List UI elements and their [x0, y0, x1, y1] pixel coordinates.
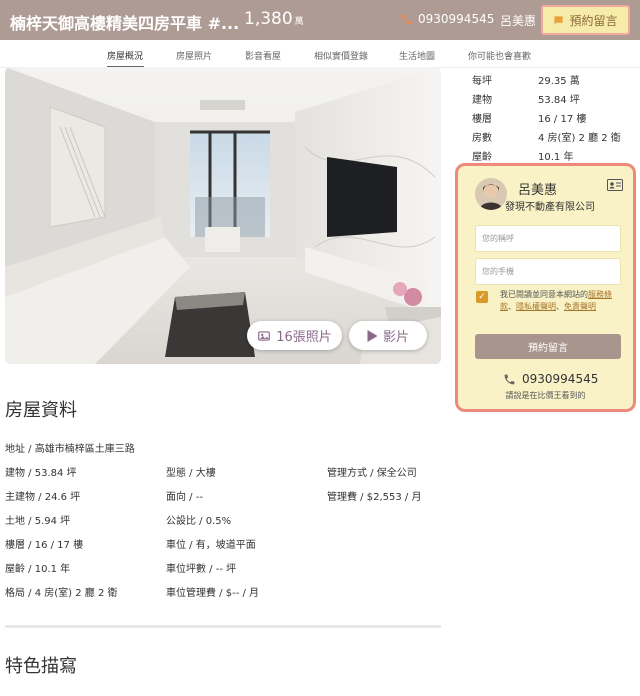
header-agent-name: 呂美惠: [500, 14, 537, 28]
photo-gallery-button[interactable]: 16張照片: [247, 321, 342, 350]
tab-overview[interactable]: 房屋概況: [107, 49, 143, 62]
info-public-ratio: 公設比 / 0.5%: [166, 516, 232, 527]
disclaimer-link[interactable]: 免責聲明: [564, 302, 596, 311]
info-layout: 格局 / 4 房(室) 2 廳 2 衛: [5, 588, 118, 599]
header-phone-number: 0930994545: [418, 12, 495, 26]
info-orientation: 面向 / --: [166, 492, 203, 503]
address-field: 地址 / 高雄市楠梓區土庫三路: [5, 444, 135, 455]
agree-prefix: 我已閱讀並同意本網站的: [500, 290, 588, 299]
tab-similar-transactions[interactable]: 相似實價登錄: [314, 49, 368, 62]
agent-avatar: [475, 178, 507, 210]
agent-photo: [475, 178, 507, 210]
privacy-link[interactable]: 隱私權聲明: [516, 302, 556, 311]
info-management: 管理方式 / 保全公司: [327, 468, 417, 479]
fact-label: 建物: [472, 95, 492, 106]
fact-label: 每坪: [472, 76, 492, 87]
fact-value: 16 / 17 樓: [538, 114, 587, 125]
tab-video[interactable]: 影音看屋: [245, 49, 281, 62]
fact-value: 53.84 坪: [538, 95, 580, 106]
house-info-title: 房屋資料: [5, 400, 77, 421]
card-phone-link[interactable]: 0930994545: [503, 372, 598, 386]
fact-label: 房數: [472, 133, 492, 144]
fact-value: 4 房(室) 2 廳 2 衛: [538, 133, 621, 144]
info-building-area: 建物 / 53.84 坪: [5, 468, 77, 479]
fact-row: 樓層 16 / 17 樓: [472, 110, 632, 128]
info-type: 型態 / 大樓: [166, 468, 216, 479]
fact-value: 10.1 年: [538, 152, 574, 163]
top-header: 楠梓天御高樓精美四房平車 #... 1,380 萬 0930994545 呂美惠 …: [0, 0, 640, 40]
agent-company: 發現不動產有限公司: [505, 202, 595, 213]
phone-icon: [401, 14, 412, 24]
info-land: 土地 / 5.94 坪: [5, 516, 71, 527]
agree-separator: 、: [556, 302, 564, 311]
card-note: 請說是在比價王看到的: [505, 391, 586, 400]
info-parking-fee: 車位管理費 / $-- / 月: [166, 588, 260, 599]
fact-row: 房數 4 房(室) 2 廳 2 衛: [472, 129, 632, 147]
agree-separator: 、: [508, 302, 516, 311]
agree-text: 我已閱讀並同意本網站的服務條款、隱私權聲明、免責聲明: [500, 289, 625, 313]
section-tabs: 房屋概況 房屋照片 影音看屋 相似實價登錄 生活地圖 你可能也會喜歡: [0, 40, 640, 68]
photos-icon: [258, 330, 271, 341]
agent-name: 呂美惠: [518, 183, 558, 198]
video-label: 影片: [382, 330, 409, 345]
agree-checkbox[interactable]: ✓: [476, 291, 488, 303]
listing-price: 1,380 萬: [244, 9, 304, 29]
mobile-input[interactable]: 您的手機: [475, 258, 621, 285]
fact-label: 屋齡: [472, 152, 492, 163]
header-booking-button[interactable]: 預約留言: [541, 5, 630, 35]
video-button[interactable]: 影片: [349, 321, 427, 350]
fact-value: 29.35 萬: [538, 76, 580, 87]
info-main-building: 主建物 / 24.6 坪: [5, 492, 81, 503]
phone-icon: [504, 374, 515, 384]
info-age: 屋齡 / 10.1 年: [5, 564, 71, 575]
header-booking-label: 預約留言: [569, 13, 618, 28]
section-divider: [5, 625, 441, 628]
name-input[interactable]: 您的稱呼: [475, 225, 621, 252]
business-card-icon[interactable]: [607, 179, 623, 191]
info-parking: 車位 / 有，坡道平面: [166, 540, 256, 551]
living-room-photo: [5, 67, 441, 364]
listing-photo[interactable]: [5, 67, 441, 364]
submit-booking-button[interactable]: 預約留言: [475, 334, 621, 359]
photo-gallery-label: 16張照片: [276, 330, 332, 345]
fact-row: 每坪 29.35 萬: [472, 72, 632, 90]
agent-contact-card: 呂美惠 發現不動產有限公司 您的稱呼 您的手機 ✓ 我已閱讀並同意本網站的服務條…: [455, 163, 636, 412]
info-management-fee: 管理費 / $2,553 / 月: [327, 492, 422, 503]
info-floor: 樓層 / 16 / 17 樓: [5, 540, 84, 551]
features-title: 特色描寫: [5, 656, 77, 677]
tab-life-map[interactable]: 生活地圖: [399, 49, 435, 62]
tab-photos[interactable]: 房屋照片: [176, 49, 212, 62]
listing-title: 楠梓天御高樓精美四房平車 #...: [10, 14, 240, 33]
card-phone-number: 0930994545: [522, 372, 599, 386]
info-parking-area: 車位坪數 / -- 坪: [166, 564, 237, 575]
fact-label: 樓層: [472, 114, 492, 125]
message-icon: [554, 15, 564, 25]
tab-recommendations[interactable]: 你可能也會喜歡: [468, 49, 531, 62]
play-icon: [367, 329, 378, 342]
fact-row: 建物 53.84 坪: [472, 91, 632, 109]
header-phone-link[interactable]: 0930994545: [400, 12, 494, 26]
